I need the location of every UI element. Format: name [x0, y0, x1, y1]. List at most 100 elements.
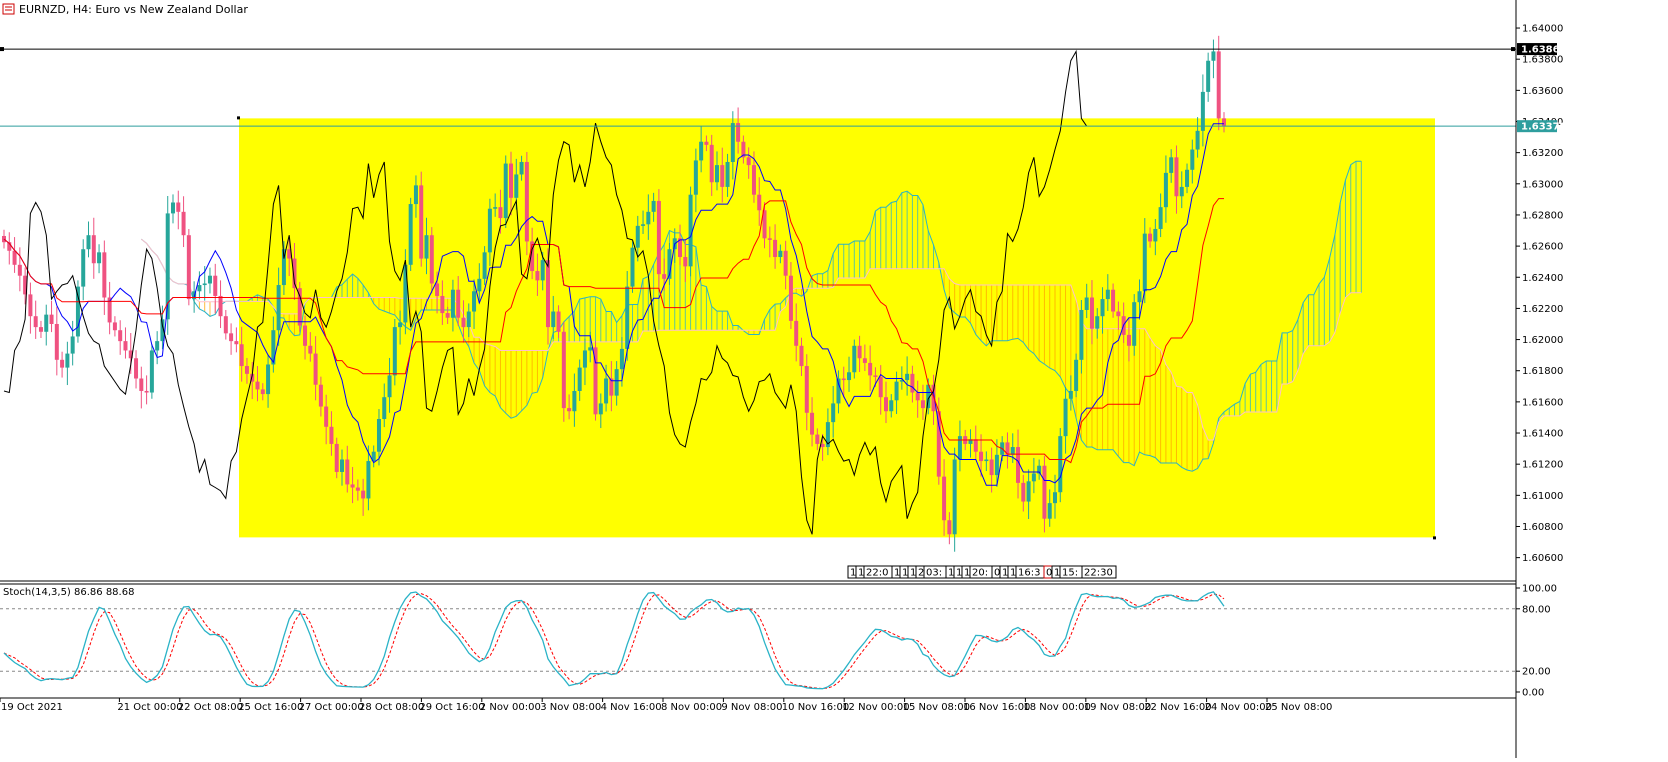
candle-body [1148, 233, 1153, 242]
candle-body [91, 235, 96, 264]
candle-body [847, 372, 852, 381]
candle-body [1211, 51, 1216, 61]
candle-body [382, 397, 387, 420]
candle-body [551, 311, 556, 328]
period-tab-label: 16:3 [1018, 568, 1040, 579]
candle-body [1047, 503, 1052, 519]
time-tick-label: 4 Nov 16:00 [601, 702, 662, 713]
candle-body [1216, 51, 1221, 119]
candle-body [514, 174, 519, 198]
candle-body [123, 341, 128, 351]
period-tab-label: 0 [1046, 568, 1052, 579]
time-tick-label: 25 Nov 08:00 [1265, 702, 1332, 713]
candle-body [1169, 157, 1174, 173]
candle-body [619, 348, 624, 370]
candle-body [1116, 311, 1121, 317]
candle-body [572, 390, 577, 412]
candle-body [376, 419, 381, 452]
candle-body [1042, 465, 1047, 519]
candle-body [889, 400, 894, 412]
candle-body [751, 165, 756, 195]
candle-body [936, 411, 941, 477]
candle-body [461, 317, 466, 328]
candle-body [186, 235, 191, 300]
candle-body [561, 331, 566, 409]
candle-body [102, 252, 107, 298]
stoch-tick-label: 100.00 [1522, 584, 1557, 595]
candle-body [318, 384, 323, 407]
candle-body [477, 278, 482, 292]
candle-body [868, 362, 873, 376]
candle-body [276, 285, 281, 331]
symbol-title: EURNZD, H4: Euro vs New Zealand Dollar [2, 3, 248, 16]
candle-body [577, 367, 582, 391]
rect-anchor-handle[interactable] [237, 116, 240, 120]
candle-body [773, 239, 778, 258]
candle-body [303, 325, 308, 346]
candle-body [788, 275, 793, 321]
highlight-rectangle[interactable] [239, 118, 1435, 538]
candle-body [709, 144, 714, 183]
candle-body [973, 439, 978, 452]
candle-body [218, 295, 223, 317]
candle-body [783, 250, 788, 276]
period-tab-label: 1 [858, 568, 864, 579]
candle-body [503, 163, 508, 219]
candle-body [1095, 316, 1100, 329]
price-tick-label: 1.61600 [1522, 397, 1563, 408]
candle-body [693, 160, 698, 195]
candle-body [730, 123, 735, 162]
candle-body [831, 403, 836, 423]
candle-body [387, 375, 392, 398]
candle-body [920, 400, 925, 409]
candle-body [155, 341, 160, 351]
period-tab-label: 1 [1002, 568, 1008, 579]
candle-body [17, 264, 22, 276]
chart-canvas[interactable]: EURNZD, H4: Euro vs New Zealand Dollar 1… [0, 0, 1668, 758]
candle-body [841, 378, 846, 381]
candle-body [498, 207, 503, 219]
candle-body [44, 314, 49, 332]
candle-body [984, 459, 989, 462]
candle-body [1222, 118, 1226, 127]
price-tick-label: 1.61200 [1522, 460, 1563, 471]
candle-body [2, 235, 6, 243]
candle-body [910, 373, 915, 393]
rect-anchor-handle[interactable] [1433, 536, 1436, 540]
candle-body [28, 294, 33, 317]
candle-body [1126, 334, 1131, 346]
candle-body [271, 330, 276, 365]
candle-body [38, 327, 43, 332]
chart-window[interactable]: EURNZD, H4: Euro vs New Zealand Dollar 1… [0, 0, 1668, 758]
candle-body [202, 283, 207, 286]
candle-body [857, 345, 862, 359]
candle-body [1195, 130, 1200, 150]
candle-body [340, 459, 345, 472]
period-tab-label: 03: [926, 568, 942, 579]
candle-body [994, 454, 999, 476]
candle-body [979, 451, 984, 462]
candle-body [12, 250, 17, 265]
candle-body [313, 353, 318, 385]
line-handle[interactable] [0, 47, 4, 52]
candle-body [456, 289, 461, 318]
candle-body [915, 392, 920, 401]
candle-body [862, 358, 867, 363]
price-tick-label: 1.63000 [1522, 179, 1563, 190]
candle-body [942, 476, 947, 521]
candle-body [139, 378, 144, 391]
candle-body [49, 314, 54, 324]
candle-body [519, 161, 524, 175]
line-handle[interactable] [1511, 47, 1515, 52]
window-restore-icon[interactable] [2, 3, 15, 15]
candle-body [223, 316, 228, 334]
candle-body [873, 375, 878, 377]
candle-body [794, 320, 799, 346]
candle-body [725, 161, 730, 187]
period-tab-label: 22:0 [866, 568, 888, 579]
period-tab-label: 0 [994, 568, 1000, 579]
candle-body [75, 286, 80, 337]
candle-body [466, 311, 471, 328]
candle-body [588, 347, 593, 351]
time-tick-label: 24 Nov 00:00 [1205, 702, 1272, 713]
